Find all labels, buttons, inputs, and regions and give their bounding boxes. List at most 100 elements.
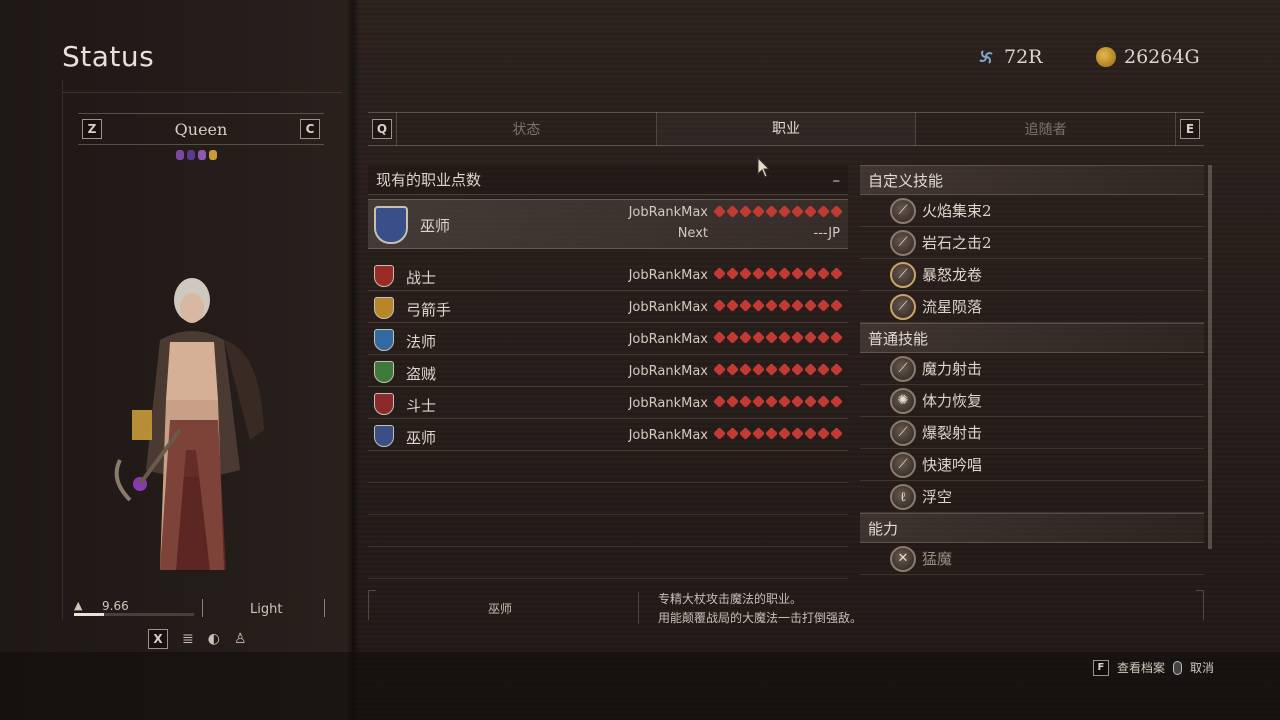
tab-status[interactable]: 状态 xyxy=(397,119,656,139)
rank-star-icon xyxy=(817,331,830,344)
fighter-emblem-icon xyxy=(374,265,394,287)
staff-skill-icon: ⟋ xyxy=(890,197,916,224)
rank-star-icon xyxy=(713,267,726,280)
tab-vocation[interactable]: 职业 xyxy=(657,113,916,145)
rank-star-icon xyxy=(778,395,791,408)
abilities-header: 能力 xyxy=(860,513,1204,543)
prev-character-key[interactable]: Z xyxy=(82,119,102,139)
rank-star-icon xyxy=(778,363,791,376)
rank-star-icon xyxy=(752,363,765,376)
rank-star-icon xyxy=(791,299,804,312)
character-selector: Z Queen C xyxy=(78,113,324,145)
tab-divider xyxy=(1175,112,1177,146)
bracket-decoration xyxy=(1196,590,1204,620)
current-vocation-rank: JobRankMax xyxy=(628,205,708,220)
rotate-mouse-icon[interactable]: ◐ xyxy=(208,631,220,647)
vocation-row[interactable]: 法师 JobRankMax xyxy=(368,323,848,355)
current-vocation[interactable]: 巫师 JobRankMax Next ---JP xyxy=(368,199,848,249)
next-character-key[interactable]: C xyxy=(300,119,320,139)
profile-key[interactable]: F xyxy=(1092,659,1109,676)
skill-name: 爆裂射击 xyxy=(922,424,983,442)
skill-row[interactable]: ⟋ 岩石之击2 xyxy=(860,227,1204,259)
rank-star-icon xyxy=(713,205,726,218)
skill-row[interactable]: ✺ 体力恢复 xyxy=(860,385,1204,417)
rank-star-icon xyxy=(804,267,817,280)
weight-tick xyxy=(202,599,203,617)
skill-name: 流星陨落 xyxy=(922,298,983,316)
bracket-decoration xyxy=(368,590,376,620)
rank-star-icon xyxy=(739,205,752,218)
rank-star-icon xyxy=(791,267,804,280)
rank-star-icon xyxy=(739,427,752,440)
skill-row[interactable]: ⟋ 流星陨落 xyxy=(860,291,1204,323)
skill-row[interactable]: ⟋ 魔力射击 xyxy=(860,353,1204,385)
vocation-name: 战士 xyxy=(406,269,437,287)
next-value: ---JP xyxy=(813,226,840,241)
empty-row xyxy=(368,451,848,483)
prev-tab-key[interactable]: Q xyxy=(372,119,392,139)
description-title: 巫师 xyxy=(488,602,513,616)
weight-bar-fill xyxy=(74,613,104,616)
rank-star-icon xyxy=(726,299,739,312)
rank-star-icon xyxy=(830,363,843,376)
status-icons xyxy=(176,150,217,160)
list-icon[interactable]: ≣ xyxy=(182,631,194,647)
rank-star-icon xyxy=(778,331,791,344)
rank-star-icon xyxy=(713,331,726,344)
rank-star-icon xyxy=(791,205,804,218)
description-text: 专精大杖攻击魔法的职业。 用能颠覆战局的大魔法一击打倒强敌。 xyxy=(658,590,862,628)
ability-row[interactable]: ✕ 猛魔 xyxy=(860,543,1204,575)
rank-star-icon xyxy=(830,331,843,344)
next-label: Next xyxy=(677,226,708,241)
vocation-row[interactable]: 斗士 JobRankMax xyxy=(368,387,848,419)
vocation-row[interactable]: 战士 JobRankMax xyxy=(368,259,848,291)
bottom-bar xyxy=(0,652,1280,720)
rank-stars xyxy=(713,299,843,312)
rank-star-icon xyxy=(713,363,726,376)
rank-stars xyxy=(713,267,843,280)
mouse-cursor-icon xyxy=(757,157,771,178)
rank-star-icon xyxy=(804,395,817,408)
rank-star-icon xyxy=(817,395,830,408)
skill-name: 体力恢复 xyxy=(922,392,983,410)
rank-star-icon xyxy=(739,331,752,344)
crossed-weapons-icon: ✕ xyxy=(890,545,916,572)
vocation-rank: JobRankMax xyxy=(628,332,708,347)
rank-star-icon xyxy=(726,267,739,280)
vocation-rank: JobRankMax xyxy=(628,300,708,315)
skill-row[interactable]: ℓ 浮空 xyxy=(860,481,1204,513)
skill-row[interactable]: ⟋ 快速吟唱 xyxy=(860,449,1204,481)
skill-row[interactable]: ⟋ 爆裂射击 xyxy=(860,417,1204,449)
collapse-icon[interactable]: – xyxy=(833,171,841,189)
vocation-row[interactable]: 盗贼 JobRankMax xyxy=(368,355,848,387)
rank-star-icon xyxy=(726,205,739,218)
rank-star-icon xyxy=(791,427,804,440)
tab-pawns[interactable]: 追随者 xyxy=(916,119,1175,139)
custom-skills-header: 自定义技能 xyxy=(860,165,1204,195)
vocation-row[interactable]: 弓箭手 JobRankMax xyxy=(368,291,848,323)
vocation-header: 现有的职业点数 – xyxy=(368,165,848,195)
rank-star-icon xyxy=(804,331,817,344)
controls-key[interactable]: X xyxy=(148,629,168,649)
vocation-rank: JobRankMax xyxy=(628,396,708,411)
archer-emblem-icon xyxy=(374,297,394,319)
next-tab-key[interactable]: E xyxy=(1180,119,1201,139)
profile-hint-label[interactable]: 查看档案 xyxy=(1117,659,1165,676)
skill-name: 快速吟唱 xyxy=(922,456,983,474)
skill-row[interactable]: ⟋ 暴怒龙卷 xyxy=(860,259,1204,291)
skill-row[interactable]: ⟋ 火焰集束2 xyxy=(860,195,1204,227)
rank-star-icon xyxy=(765,267,778,280)
ornament-line xyxy=(62,80,68,620)
cancel-hint-label[interactable]: 取消 xyxy=(1190,659,1214,676)
rank-stars xyxy=(713,395,843,408)
vocation-name: 斗士 xyxy=(406,397,437,415)
empty-row xyxy=(368,515,848,547)
vocation-row[interactable]: 巫师 JobRankMax xyxy=(368,419,848,451)
vocation-rank: JobRankMax xyxy=(628,364,708,379)
weight-tick xyxy=(324,599,325,617)
control-hints: F 查看档案 取消 xyxy=(1092,659,1214,676)
rank-star-icon xyxy=(739,299,752,312)
pose-icon[interactable]: ♙ xyxy=(234,631,247,647)
skills-scrollbar[interactable] xyxy=(1208,165,1212,549)
